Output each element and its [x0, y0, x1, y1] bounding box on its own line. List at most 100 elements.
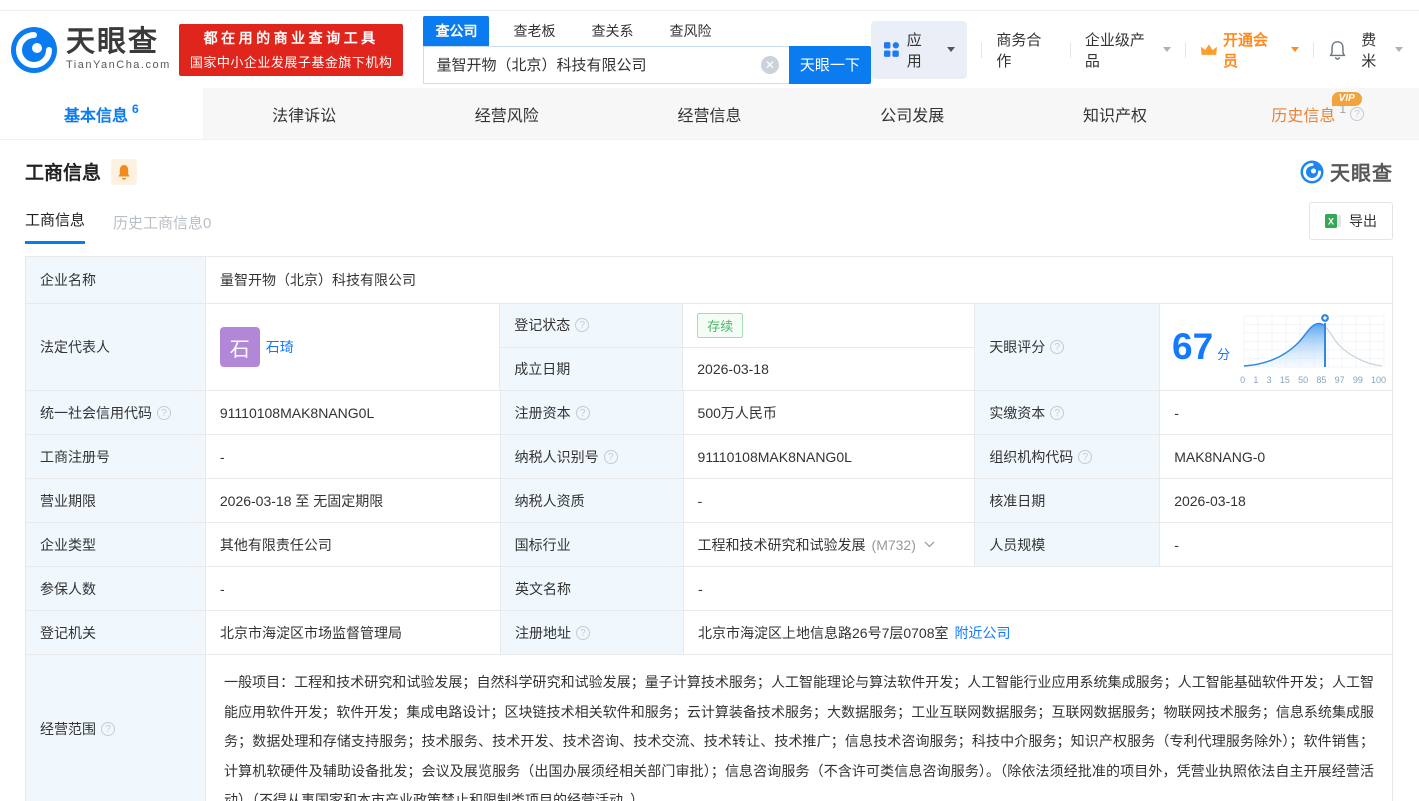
score-chart-tick: 50 [1298, 374, 1309, 385]
open-vip-label: 开通会员 [1222, 31, 1268, 70]
promo-banner[interactable]: 都在用的商业查询工具 国家中小企业发展子基金旗下机构 [178, 23, 404, 76]
help-icon[interactable]: ? [575, 318, 590, 333]
promo-banner-line2: 国家中小企业发展子基金旗下机构 [189, 55, 393, 70]
field-label-insured: 参保人数 [26, 567, 206, 611]
field-label-paid-capital: 实缴资本? [975, 391, 1161, 435]
field-label-reg-number: 工商注册号 [26, 435, 206, 479]
field-value-reg-capital: 500万人民币 [683, 391, 976, 435]
field-value-staff-size: - [1160, 523, 1394, 567]
tianyancha-logo[interactable]: 天眼查 TianYanCha.com [10, 26, 171, 74]
field-label-company-type: 企业类型 [26, 523, 206, 567]
help-icon[interactable]: ? [576, 625, 590, 640]
help-icon[interactable]: ? [603, 449, 618, 464]
svg-text:X: X [1328, 217, 1334, 227]
subtab-history-business-info[interactable]: 历史工商信息0 [113, 212, 211, 244]
help-icon[interactable]: ? [1078, 449, 1093, 464]
nav-tab-company-development[interactable]: 公司发展 [811, 88, 1014, 139]
legal-rep-avatar[interactable]: 石 [219, 327, 260, 367]
field-value-address: 北京市海淀区上地信息路26号7层0708室 附近公司 [684, 611, 1393, 655]
menu-item-enterprise-products[interactable]: 企业级产品 [1084, 29, 1172, 71]
field-value-business-term: 2026-03-18 至 无固定期限 [205, 479, 501, 523]
field-label-reg-authority: 登记机关 [26, 611, 206, 655]
field-value-approval-date: 2026-03-18 [1160, 479, 1394, 523]
legal-rep-link[interactable]: 石琦 [266, 337, 294, 357]
field-value-org-code: MAK8NANG-0 [1160, 435, 1394, 479]
field-value-reg-number: - [205, 435, 501, 479]
open-vip-button[interactable]: 开通会员 [1200, 29, 1300, 71]
enterprise-products-label: 企业级产品 [1084, 31, 1145, 70]
field-label-uscc: 统一社会信用代码? [26, 391, 206, 435]
field-label-industry: 国标行业 [500, 523, 684, 567]
header-menu: 应用 商务合作 企业级产品 开通会员 费米 [870, 20, 1403, 79]
search-tab-relation[interactable]: 查关系 [579, 16, 645, 46]
search-input[interactable] [423, 45, 789, 84]
score-chart-tick: 100 [1371, 374, 1387, 385]
search-tab-company[interactable]: 查公司 [423, 15, 490, 46]
search-tab-risk[interactable]: 查风险 [657, 16, 723, 46]
nav-tab-label: 公司发展 [880, 107, 945, 125]
field-label-taxpayer-id: 纳税人识别号? [500, 435, 684, 479]
nav-tab-legal[interactable]: 法律诉讼 [203, 88, 406, 139]
username: 费米 [1361, 31, 1377, 70]
business-info-table: 企业名称 量智开物（北京）科技有限公司 法定代表人 石 石琦 登记状态? 存续 … [25, 256, 1394, 801]
header: 天眼查 TianYanCha.com 都在用的商业查询工具 国家中小企业发展子基… [0, 11, 1419, 88]
company-nav-tabs: 基本信息 6 法律诉讼 经营风险 经营信息 公司发展 知识产权 VIP 历史信息… [0, 88, 1419, 140]
nav-tab-basic-info[interactable]: 基本信息 6 [0, 88, 203, 139]
field-value-insured: - [206, 567, 501, 611]
clear-icon[interactable]: ✕ [760, 55, 779, 74]
help-icon[interactable]: ? [1050, 405, 1065, 420]
field-label-score: 天眼评分? [975, 304, 1160, 391]
nav-tab-history-info[interactable]: VIP 历史信息 1 ? [1216, 88, 1419, 139]
nav-tab-operating-risk[interactable]: 经营风险 [405, 88, 608, 139]
divider [981, 41, 983, 58]
nav-tab-intellectual-property[interactable]: 知识产权 [1014, 88, 1217, 139]
logo-title: 天眼查 [66, 26, 160, 58]
watermark-logo: 天眼查 [1300, 157, 1393, 186]
watermark-text: 天眼查 [1330, 163, 1393, 185]
export-button[interactable]: X 导出 [1309, 202, 1393, 240]
help-icon[interactable]: ? [157, 405, 171, 420]
search-button[interactable]: 天眼一下 [788, 45, 871, 84]
status-badge: 存续 [697, 312, 744, 338]
score-value: 67 [1172, 326, 1214, 367]
tianyancha-logo-icon [1300, 160, 1324, 183]
bell-icon [118, 164, 130, 180]
field-value-taxpayer-quality: - [683, 479, 976, 523]
help-icon[interactable]: ? [575, 405, 590, 420]
field-value-legal-rep: 石 石琦 [205, 304, 501, 391]
field-label-company-name: 企业名称 [26, 257, 206, 304]
nearby-companies-link[interactable]: 附近公司 [955, 623, 1011, 643]
field-label-reg-capital: 注册资本? [500, 391, 684, 435]
user-menu[interactable]: 费米 [1361, 29, 1403, 71]
nav-tab-operating-info[interactable]: 经营信息 [608, 88, 811, 139]
score-chart-tick: 3 [1266, 374, 1272, 385]
field-value-english-name: - [684, 567, 1393, 611]
subtab-business-info[interactable]: 工商信息 [25, 209, 86, 244]
help-icon[interactable]: ? [1350, 106, 1365, 121]
vip-badge: VIP [1331, 92, 1362, 106]
search-tab-boss[interactable]: 查老板 [501, 16, 567, 46]
help-icon[interactable]: ? [1050, 340, 1065, 354]
field-label-english-name: 英文名称 [501, 567, 684, 611]
apps-button[interactable]: 应用 [870, 20, 968, 79]
section-title: 工商信息 [25, 163, 102, 184]
search-module: 查公司 查老板 查关系 查风险 ✕ 天眼一下 [423, 15, 871, 84]
nav-tab-label: 知识产权 [1082, 107, 1147, 125]
nav-tab-label: 基本信息 [64, 107, 129, 125]
field-value-industry: 工程和技术研究和试验发展 (M732) [683, 523, 976, 567]
score-chart-tick: 99 [1352, 374, 1363, 385]
export-label: 导出 [1349, 213, 1377, 229]
help-icon[interactable]: ? [101, 722, 115, 736]
industry-code: (M732) [871, 536, 916, 553]
vip-crown-icon [1200, 43, 1218, 55]
notifications-button[interactable] [1328, 40, 1347, 60]
bell-icon [1329, 40, 1346, 60]
nav-tab-label: 历史信息 [1271, 107, 1336, 125]
monitor-bell-button[interactable] [111, 158, 138, 185]
score-chart-tick: 15 [1279, 374, 1290, 385]
chevron-down-icon[interactable] [924, 541, 935, 548]
divider [1185, 41, 1187, 58]
score-chart-tick: 1 [1253, 374, 1259, 385]
menu-item-business-cooperation[interactable]: 商务合作 [996, 29, 1056, 71]
nav-tab-label: 法律诉讼 [272, 107, 337, 125]
